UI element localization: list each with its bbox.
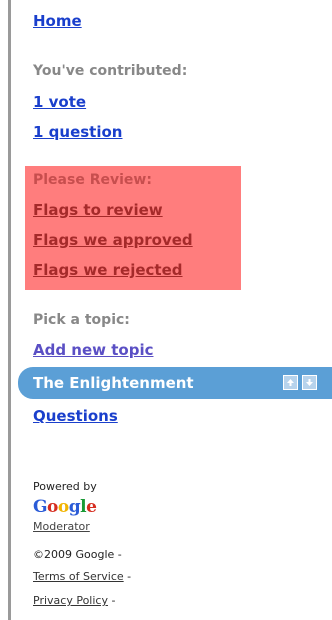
selected-topic-name: The Enlightenment <box>33 374 194 392</box>
sidebar-divider <box>8 0 11 620</box>
terms-of-service-link[interactable]: Terms of Service <box>33 570 124 583</box>
please-review-title: Please Review: <box>33 172 152 188</box>
separator: - <box>127 570 132 583</box>
home-link[interactable]: Home <box>33 12 82 30</box>
votes-link[interactable]: 1 vote <box>33 93 86 111</box>
selected-topic-bar[interactable]: The Enlightenment <box>18 367 332 399</box>
contributed-label: You've contributed: <box>33 63 188 79</box>
powered-by-label: Powered by <box>33 480 97 493</box>
please-review-panel: Please Review: Flags to review Flags we … <box>25 166 241 290</box>
separator: - <box>117 548 122 561</box>
flags-rejected-link[interactable]: Flags we rejected <box>33 261 183 279</box>
privacy-policy-link[interactable]: Privacy Policy <box>33 594 108 607</box>
add-new-topic-link[interactable]: Add new topic <box>33 341 153 359</box>
flags-to-review-link[interactable]: Flags to review <box>33 201 163 219</box>
questions-link[interactable]: Questions <box>33 407 118 425</box>
pick-topic-label: Pick a topic: <box>33 312 130 328</box>
terms-line: Terms of Service - <box>33 570 131 583</box>
separator: - <box>111 594 116 607</box>
privacy-line: Privacy Policy - <box>33 594 115 607</box>
moderator-link[interactable]: Moderator <box>33 520 90 533</box>
questions-contributed-link[interactable]: 1 question <box>33 123 122 141</box>
copyright-text: ©2009 Google <box>33 548 115 561</box>
google-logo: Google <box>33 497 97 517</box>
flags-approved-link[interactable]: Flags we approved <box>33 231 193 249</box>
arrow-down-icon[interactable] <box>302 375 317 390</box>
arrow-up-icon[interactable] <box>283 375 298 390</box>
copyright-line: ©2009 Google - <box>33 548 122 561</box>
